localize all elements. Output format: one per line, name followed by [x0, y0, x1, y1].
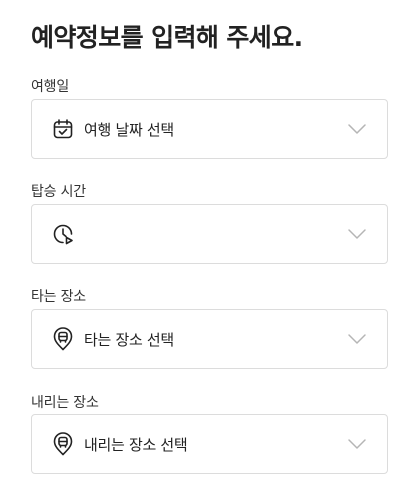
boarding-time-label: 탑승 시간 [31, 184, 86, 200]
dropoff-location-select[interactable]: 내리는 장소 선택 [31, 414, 388, 474]
page-title: 예약정보를 입력해 주세요. [31, 23, 303, 52]
travel-date-select[interactable]: 여행 날짜 선택 [31, 99, 388, 159]
bus-location-pin-icon [51, 432, 75, 456]
clock-icon [51, 222, 75, 246]
chevron-down-icon [347, 224, 367, 244]
dropoff-location-label: 내리는 장소 [31, 395, 99, 411]
boarding-time-select[interactable] [31, 204, 388, 264]
chevron-down-icon [347, 329, 367, 349]
pickup-location-value: 타는 장소 선택 [84, 330, 174, 349]
travel-date-value: 여행 날짜 선택 [84, 120, 174, 139]
chevron-down-icon [347, 434, 367, 454]
travel-date-label: 여행일 [31, 79, 70, 95]
bus-location-pin-icon [51, 327, 75, 351]
calendar-icon [51, 117, 75, 141]
chevron-down-icon [347, 119, 367, 139]
pickup-location-select[interactable]: 타는 장소 선택 [31, 309, 388, 369]
dropoff-location-value: 내리는 장소 선택 [84, 435, 188, 454]
booking-form-page: 예약정보를 입력해 주세요. 여행일 여행 날짜 선택 탑승 시간 타는 장소 … [0, 0, 418, 491]
pickup-location-label: 타는 장소 [31, 289, 86, 305]
